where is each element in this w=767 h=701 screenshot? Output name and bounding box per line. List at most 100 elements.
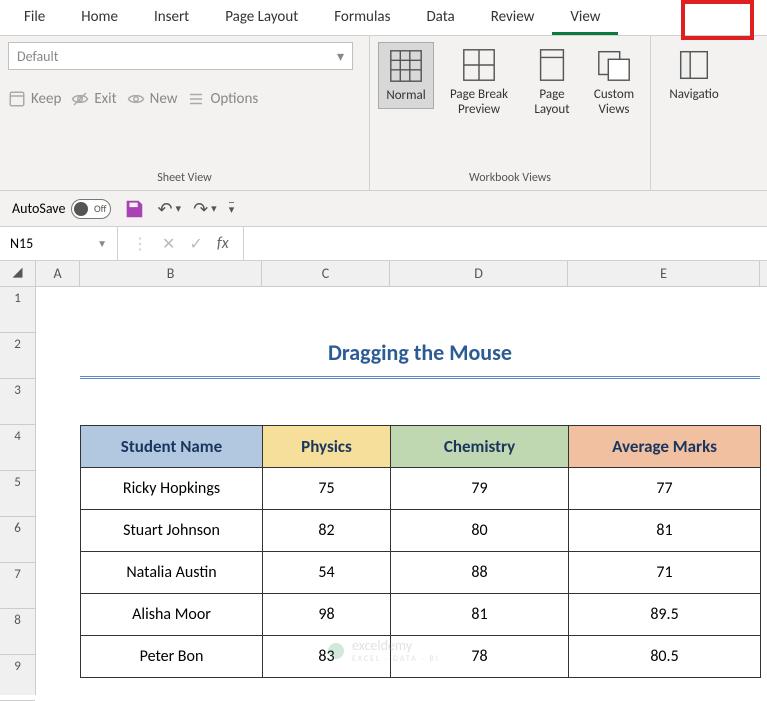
tab-view[interactable]: View	[552, 0, 618, 35]
page-layout-icon	[533, 46, 571, 84]
keep-button[interactable]: Keep	[8, 90, 61, 108]
navigation-icon	[675, 46, 713, 84]
spreadsheet-grid: ◢ 1 2 3 4 5 6 7 8 9 A B C D E Dragging t…	[0, 261, 767, 695]
table-row: Ricky Hopkings 75 79 77	[81, 468, 761, 510]
table-row: Peter Bon 83 78 80.5	[81, 636, 761, 678]
cancel-formula-button[interactable]: ✕	[162, 234, 175, 254]
page-break-icon	[460, 46, 498, 84]
cell[interactable]: 54	[263, 552, 391, 594]
options-button[interactable]: Options	[187, 90, 258, 108]
autosave-switch[interactable]: Off	[71, 199, 111, 219]
col-header-d[interactable]: D	[390, 261, 568, 286]
sheet-title[interactable]: Dragging the Mouse	[80, 333, 760, 379]
custom-views-icon	[595, 46, 633, 84]
undo-button[interactable]: ↶▾	[157, 198, 181, 220]
row-header-9[interactable]: 9	[0, 655, 35, 701]
autosave-toggle[interactable]: AutoSave Off	[12, 199, 111, 219]
cell[interactable]: 77	[569, 468, 761, 510]
page-layout-button[interactable]: Page Layout	[524, 42, 580, 122]
row-header-2[interactable]: 2	[0, 333, 35, 379]
enter-formula-button[interactable]: ✓	[189, 234, 202, 254]
cell[interactable]: 81	[569, 510, 761, 552]
cell[interactable]: 79	[391, 468, 569, 510]
cell[interactable]: 75	[263, 468, 391, 510]
cell[interactable]: 82	[263, 510, 391, 552]
formula-input[interactable]	[244, 227, 767, 260]
toggle-knob	[74, 202, 88, 216]
cell[interactable]: 80	[391, 510, 569, 552]
header-chemistry[interactable]: Chemistry	[391, 426, 569, 468]
exit-button[interactable]: Exit	[71, 90, 116, 108]
formula-bar: N15 ▼ ⋮ ✕ ✓ fx	[0, 227, 767, 261]
keep-icon	[8, 90, 26, 108]
tab-page-layout[interactable]: Page Layout	[207, 0, 316, 35]
row-header-3[interactable]: 3	[0, 379, 35, 425]
ribbon-tabs: File Home Insert Page Layout Formulas Da…	[0, 0, 767, 36]
header-average[interactable]: Average Marks	[569, 426, 761, 468]
cell[interactable]: 83	[263, 636, 391, 678]
tab-data[interactable]: Data	[408, 0, 472, 35]
cell[interactable]: 98	[263, 594, 391, 636]
name-box[interactable]: N15 ▼	[0, 227, 118, 260]
ribbon-body: Default ▾ Keep Exit New Options	[0, 36, 767, 191]
cell[interactable]: Stuart Johnson	[81, 510, 263, 552]
tab-review[interactable]: Review	[473, 0, 553, 35]
group-sheet-view: Default ▾ Keep Exit New Options	[0, 36, 370, 190]
fx-button[interactable]: fx	[217, 234, 229, 253]
workbook-views-group-label: Workbook Views	[378, 168, 642, 188]
chevron-down-icon: ▾	[229, 202, 235, 216]
chevron-down-icon: ▼	[97, 237, 107, 250]
table-header-row: Student Name Physics Chemistry Average M…	[81, 426, 761, 468]
cell[interactable]: 78	[391, 636, 569, 678]
tab-formulas[interactable]: Formulas	[316, 0, 408, 35]
cell[interactable]: 89.5	[569, 594, 761, 636]
chevron-down-icon: ▾	[176, 202, 182, 215]
tab-home[interactable]: Home	[63, 0, 136, 35]
name-box-value: N15	[10, 235, 33, 252]
tab-insert[interactable]: Insert	[136, 0, 207, 35]
select-all-corner[interactable]: ◢	[0, 261, 35, 287]
navigation-button[interactable]: Navigatio	[659, 42, 729, 107]
data-table: Student Name Physics Chemistry Average M…	[80, 425, 761, 678]
group-workbook-views: Normal Page Break Preview Page Layout Cu…	[370, 36, 651, 190]
cell[interactable]: 71	[569, 552, 761, 594]
cell[interactable]: 81	[391, 594, 569, 636]
options-icon	[187, 90, 205, 108]
normal-view-button[interactable]: Normal	[378, 42, 434, 109]
row-header-1[interactable]: 1	[0, 287, 35, 333]
col-header-a[interactable]: A	[36, 261, 80, 286]
cell[interactable]: Peter Bon	[81, 636, 263, 678]
header-student-name[interactable]: Student Name	[81, 426, 263, 468]
chevron-down-icon: ▾	[211, 202, 217, 215]
cell[interactable]: 88	[391, 552, 569, 594]
table-row: Stuart Johnson 82 80 81	[81, 510, 761, 552]
cell[interactable]: Natalia Austin	[81, 552, 263, 594]
row-header-4[interactable]: 4	[0, 425, 35, 471]
new-button[interactable]: New	[127, 90, 178, 108]
cell[interactable]: 80.5	[569, 636, 761, 678]
table-row: Natalia Austin 54 88 71	[81, 552, 761, 594]
row-header-7[interactable]: 7	[0, 563, 35, 609]
qat-customize[interactable]: ▾	[229, 202, 235, 216]
tab-file[interactable]: File	[6, 0, 63, 35]
col-header-c[interactable]: C	[262, 261, 390, 286]
custom-views-button[interactable]: Custom Views	[586, 42, 642, 122]
undo-icon: ↶	[157, 198, 172, 220]
col-header-b[interactable]: B	[80, 261, 262, 286]
row-header-8[interactable]: 8	[0, 609, 35, 655]
autosave-state: Off	[94, 202, 106, 215]
autosave-label: AutoSave	[12, 200, 65, 217]
redo-button[interactable]: ↷▾	[193, 198, 217, 220]
row-header-6[interactable]: 6	[0, 517, 35, 563]
row-header-5[interactable]: 5	[0, 471, 35, 517]
cell[interactable]: Ricky Hopkings	[81, 468, 263, 510]
header-physics[interactable]: Physics	[263, 426, 391, 468]
cell[interactable]: Alisha Moor	[81, 594, 263, 636]
col-header-e[interactable]: E	[568, 261, 760, 286]
page-break-preview-button[interactable]: Page Break Preview	[440, 42, 518, 122]
save-icon[interactable]	[123, 198, 145, 220]
redo-icon: ↷	[193, 198, 208, 220]
group-navigation: Navigatio	[651, 36, 737, 190]
row-headers: ◢ 1 2 3 4 5 6 7 8 9	[0, 261, 36, 695]
sheet-view-dropdown[interactable]: Default ▾	[8, 42, 353, 70]
